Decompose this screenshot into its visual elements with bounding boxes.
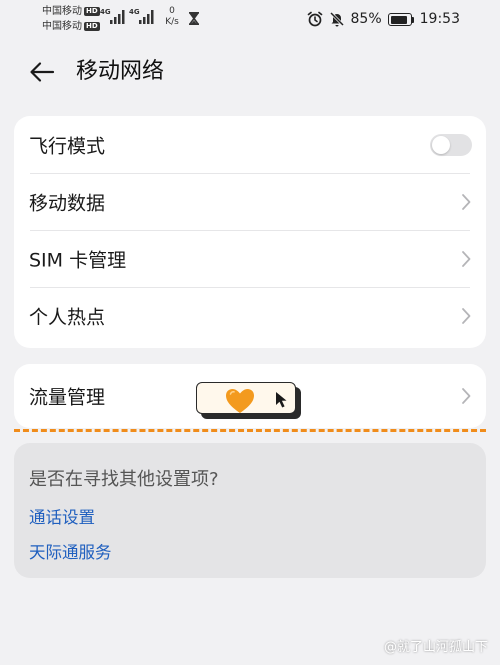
header: 移动网络: [0, 50, 500, 94]
speed-unit: K/s: [165, 17, 179, 27]
suggestion-card: 是否在寻找其他设置项? 通话设置 天际通服务: [14, 443, 486, 578]
signal-icon: [110, 10, 125, 24]
signal-icon-2: [139, 10, 154, 24]
page-title: 移动网络: [76, 59, 165, 84]
carrier-info: 中国移动 HD 中国移动 HD: [42, 4, 100, 34]
hotspot-label: 个人热点: [29, 306, 106, 328]
watermark-text: @就了山河孤山下: [383, 640, 488, 655]
settings-card: 飞行模式 移动数据 SIM 卡管理 个人热点: [14, 116, 486, 348]
suggestion-title: 是否在寻找其他设置项?: [29, 469, 219, 490]
skytone-service-link[interactable]: 天际通服务: [29, 539, 112, 563]
call-settings-link[interactable]: 通话设置: [29, 504, 95, 528]
mobile-data-row[interactable]: 移动数据: [14, 173, 486, 230]
sim-management-row[interactable]: SIM 卡管理: [14, 230, 486, 287]
carrier-1: 中国移动: [42, 6, 82, 17]
toggle-knob: [432, 135, 450, 154]
watermark: @就了山河孤山下: [384, 636, 488, 655]
dashed-divider: [14, 429, 486, 432]
back-button[interactable]: [27, 57, 57, 87]
mute-icon: [329, 11, 344, 27]
chevron-right-icon: [462, 193, 471, 210]
airplane-mode-row[interactable]: 飞行模式: [14, 116, 486, 173]
traffic-management-label: 流量管理: [29, 386, 106, 409]
hd-badge: HD: [84, 7, 100, 16]
alarm-icon: [307, 11, 322, 27]
carrier-2: 中国移动: [42, 21, 82, 32]
sim-management-label: SIM 卡管理: [29, 249, 127, 271]
battery-icon: [387, 12, 414, 26]
cursor-icon: [276, 392, 287, 408]
chevron-right-icon: [462, 307, 471, 324]
airplane-mode-toggle[interactable]: [430, 133, 472, 156]
status-bar: 中国移动 HD 中国移动 HD 4G 4G 0 K/s 85% 19:53: [0, 0, 500, 40]
orange-heart-icon: [226, 389, 254, 413]
mobile-data-label: 移动数据: [29, 192, 106, 214]
hourglass-icon: [189, 12, 199, 25]
speed-value: 0: [169, 6, 175, 16]
chevron-right-icon: [462, 250, 471, 267]
heart-cursor-sticker: [196, 382, 302, 420]
chevron-right-icon: [462, 388, 471, 404]
airplane-mode-label: 飞行模式: [29, 135, 106, 157]
clock: 19:53: [419, 11, 460, 27]
hd-badge-2: HD: [84, 22, 100, 31]
network-speed: 0 K/s: [161, 6, 183, 28]
hotspot-row[interactable]: 个人热点: [14, 287, 486, 344]
back-arrow-icon: [30, 62, 55, 82]
status-right: 85% 19:53: [307, 9, 460, 29]
battery-percent: 85%: [350, 11, 382, 27]
